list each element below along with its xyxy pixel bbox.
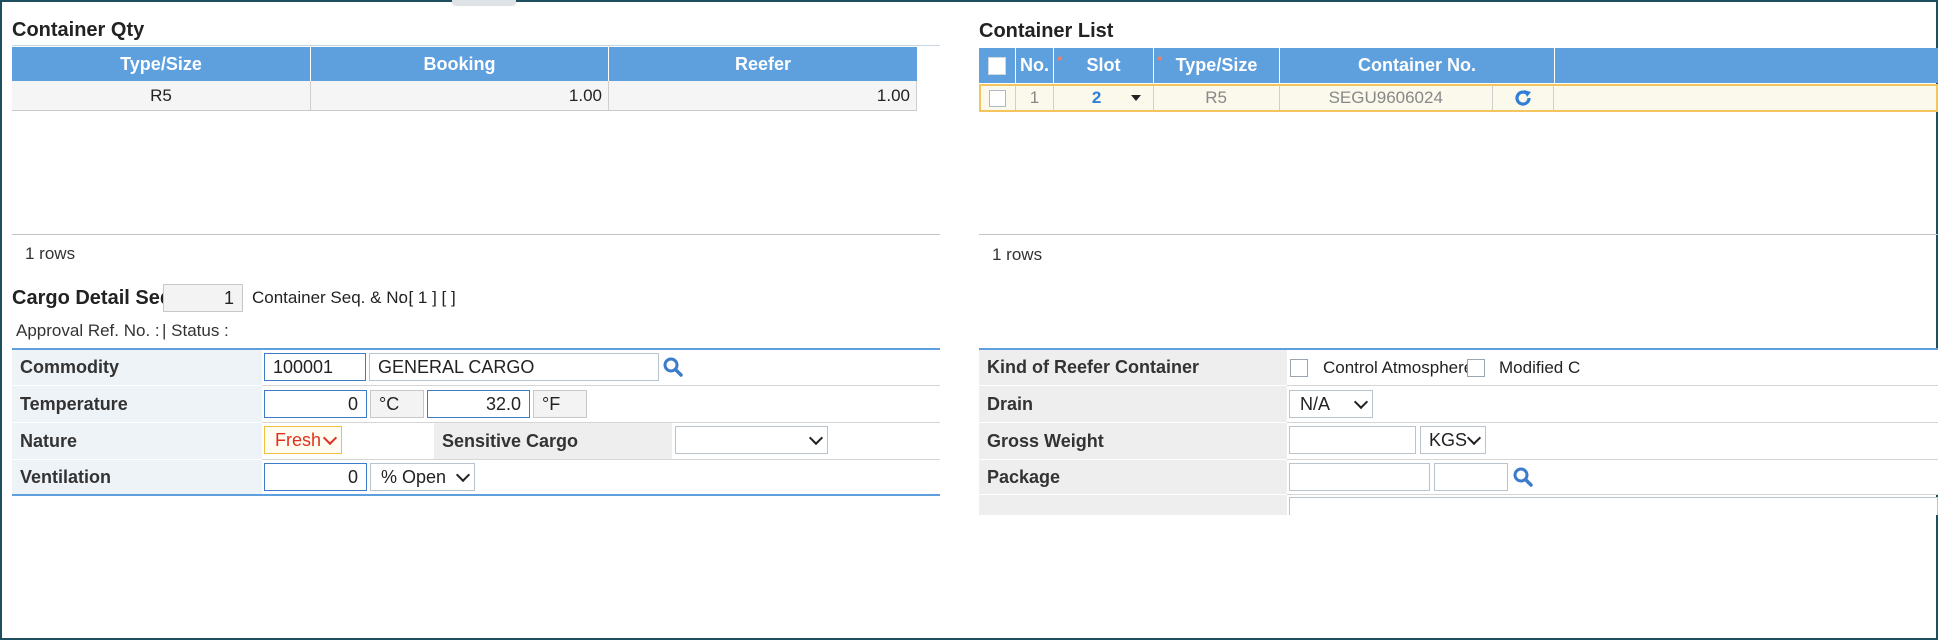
select-all-header <box>979 48 1016 83</box>
container-qty-top-border <box>12 45 940 46</box>
cell-type-size: R5 <box>12 81 311 110</box>
ventilation-unit-value: % Open <box>381 466 447 487</box>
chevron-down-icon <box>322 430 338 445</box>
chevron-down-icon <box>808 430 824 445</box>
modified-atmosphere-checkbox[interactable] <box>1467 359 1485 377</box>
drain-label: Drain <box>987 393 1034 414</box>
drain-selected-value: N/A <box>1300 393 1331 414</box>
container-qty-rows-count: 1 rows <box>25 244 76 263</box>
cargo-detail-title: Cargo Detail Seq. <box>12 287 178 309</box>
top-tab-handle[interactable] <box>452 0 516 6</box>
approval-ref-label: Approval Ref. No. : <box>16 321 160 340</box>
gross-weight-unit-select[interactable]: KGS <box>1420 426 1486 454</box>
fahrenheit-unit: °F <box>533 390 587 418</box>
modified-atmosphere-label: Modified C <box>1499 358 1581 377</box>
gross-weight-label: Gross Weight <box>987 430 1104 451</box>
chevron-down-icon <box>455 467 471 482</box>
package-label: Package <box>987 466 1061 487</box>
gross-weight-input[interactable] <box>1289 426 1416 454</box>
cell-booking: 1.00 <box>311 81 609 110</box>
sensitive-cargo-select[interactable] <box>675 426 828 454</box>
ventilation-input[interactable]: 0 <box>264 463 367 491</box>
commodity-search-icon[interactable] <box>662 356 684 378</box>
nature-selected-value: Fresh <box>275 429 322 450</box>
package-unit-input[interactable] <box>1434 463 1508 491</box>
column-header-booking[interactable]: Booking <box>311 47 609 81</box>
commodity-name-input[interactable]: GENERAL CARGO <box>369 353 659 381</box>
container-list-rows-count: 1 rows <box>992 245 1043 264</box>
ventilation-unit-select[interactable]: % Open <box>370 463 475 491</box>
package-qty-input[interactable] <box>1289 463 1430 491</box>
nature-select[interactable]: Fresh <box>264 426 342 454</box>
container-qty-grid-bottom <box>12 234 940 235</box>
temperature-celsius-input[interactable]: 0 <box>264 390 367 418</box>
row-select-cell <box>981 86 1016 110</box>
drain-select[interactable]: N/A <box>1289 390 1373 418</box>
nature-label: Nature <box>20 430 78 451</box>
select-all-checkbox[interactable] <box>988 56 1006 75</box>
container-seq-label: Container Seq. & No. <box>252 288 413 307</box>
column-header-type-size-list[interactable]: * Type/Size <box>1154 48 1280 83</box>
commodity-code-input[interactable]: 100001 <box>264 353 366 381</box>
slot-value: 2 <box>1091 88 1102 107</box>
column-header-no[interactable]: No. <box>1016 48 1054 83</box>
gross-weight-unit-value: KGS <box>1429 429 1468 450</box>
cell-type-size-list: R5 <box>1154 86 1280 110</box>
chevron-down-icon <box>1466 430 1482 445</box>
column-header-type-size[interactable]: Type/Size <box>12 47 311 81</box>
cell-reefer: 1.00 <box>609 81 917 110</box>
temperature-label: Temperature <box>20 393 128 414</box>
commodity-label: Commodity <box>20 357 119 377</box>
cell-extra <box>1554 86 1936 110</box>
refresh-icon[interactable] <box>1512 87 1534 109</box>
column-header-container-no[interactable]: Container No. <box>1280 48 1555 83</box>
chevron-down-icon <box>1353 394 1369 409</box>
drain-row <box>1287 386 1938 423</box>
table-row[interactable]: 1 2 R5 SEGU9606024 <box>979 84 1938 112</box>
status-label: | Status : <box>162 321 229 340</box>
kind-of-reefer-label: Kind of Reefer Container <box>987 357 1200 377</box>
celsius-unit: °C <box>370 390 424 418</box>
form-bottom-border <box>12 494 940 496</box>
column-header-extra <box>1555 48 1938 83</box>
container-list-grid-bottom <box>979 234 1938 235</box>
next-row-input[interactable] <box>1289 497 1938 515</box>
control-atmosphere-label: Control Atmosphere <box>1323 358 1474 377</box>
cell-no: 1 <box>1016 86 1054 110</box>
container-qty-title: Container Qty <box>12 19 145 41</box>
control-atmosphere-checkbox[interactable] <box>1290 359 1308 377</box>
temperature-fahrenheit-input[interactable]: 32.0 <box>427 390 530 418</box>
column-header-reefer[interactable]: Reefer <box>609 47 917 81</box>
slot-required-marker: * <box>1057 52 1063 68</box>
next-row-label-cell <box>979 495 1287 515</box>
refresh-cell <box>1493 86 1554 110</box>
type-size-required-marker: * <box>1157 52 1163 68</box>
package-search-icon[interactable] <box>1512 466 1534 488</box>
container-list-title: Container List <box>979 20 1114 42</box>
slot-header-label: Slot <box>1086 55 1121 75</box>
table-row[interactable]: R5 1.00 1.00 <box>12 81 917 111</box>
cell-container-no: SEGU9606024 <box>1280 86 1494 110</box>
type-size-header-label: Type/Size <box>1175 55 1258 75</box>
cargo-detail-seq-field[interactable]: 1 <box>163 284 243 312</box>
row-checkbox[interactable] <box>989 89 1007 107</box>
ventilation-label: Ventilation <box>20 466 112 487</box>
container-qty-header: Type/Size Booking Reefer <box>12 47 917 81</box>
cell-slot[interactable]: 2 <box>1054 86 1154 110</box>
column-header-slot[interactable]: * Slot <box>1054 48 1154 83</box>
chevron-down-icon[interactable] <box>1130 95 1141 101</box>
sensitive-cargo-label: Sensitive Cargo <box>442 430 579 451</box>
container-list-header: No. * Slot * Type/Size Container No. <box>979 48 1938 83</box>
container-seq-value: : [ 1 ] [ ] <box>399 288 456 307</box>
